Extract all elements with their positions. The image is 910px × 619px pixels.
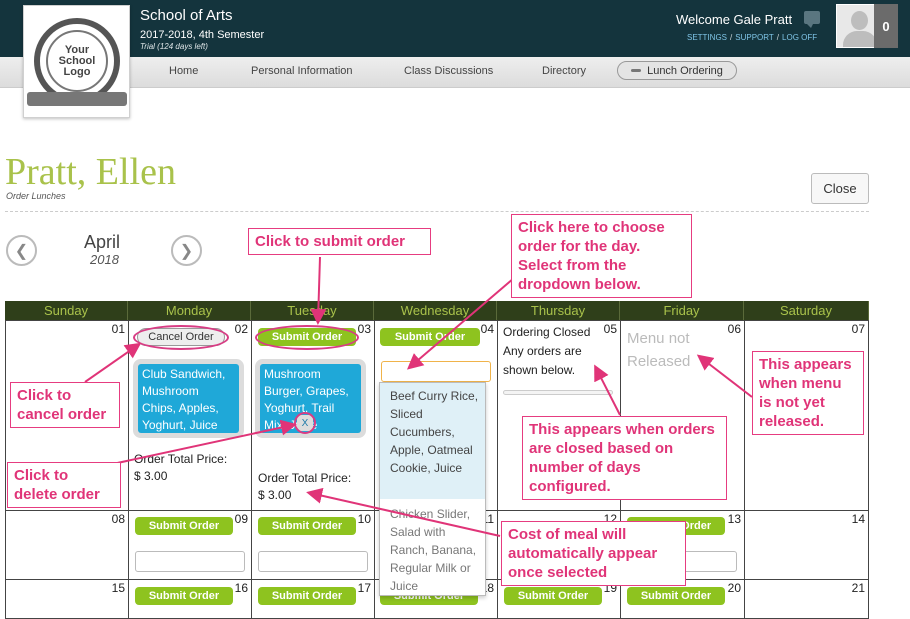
callout-choose: Click here to choose order for the day. …: [511, 214, 692, 298]
logo-text: Your School Logo: [46, 30, 108, 92]
callout-cancel: Click to cancel order: [10, 382, 120, 428]
annotation-arrows: [84, 256, 753, 537]
callout-delete: Click to delete order: [7, 462, 121, 508]
callout-cost: Cost of meal will automatically appear o…: [501, 521, 686, 586]
school-logo: Your School Logo: [23, 5, 130, 118]
callout-not-released: This appears when menu is not yet releas…: [752, 351, 864, 435]
callout-closed: This appears when orders are closed base…: [522, 416, 727, 500]
callout-submit: Click to submit order: [248, 228, 431, 255]
